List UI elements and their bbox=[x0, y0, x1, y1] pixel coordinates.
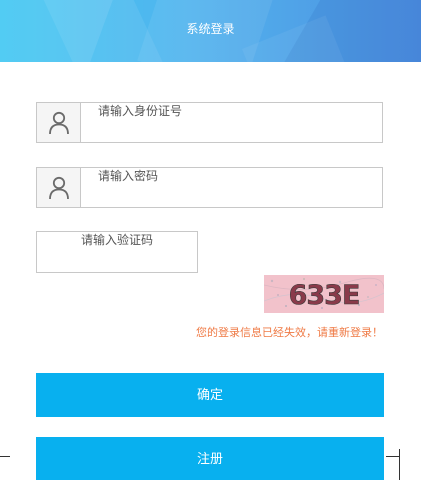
page-title: 系统登录 bbox=[186, 22, 235, 36]
divider-line bbox=[399, 449, 400, 480]
password-input[interactable] bbox=[82, 168, 382, 207]
header-banner: 系统登录 bbox=[0, 0, 421, 62]
id-number-input[interactable] bbox=[82, 103, 382, 142]
login-page: 系统登录 请输入身份证号 请输入密码 请输入验证码 633E 您的登录信息已经失… bbox=[0, 0, 421, 480]
register-button[interactable]: 注册 bbox=[36, 437, 384, 480]
divider-line bbox=[386, 456, 400, 457]
user-icon bbox=[37, 168, 81, 207]
password-field: 请输入密码 bbox=[36, 167, 383, 208]
divider-line bbox=[0, 456, 10, 457]
id-number-field: 请输入身份证号 bbox=[36, 102, 383, 143]
captcha-text: 633E bbox=[289, 280, 360, 311]
error-message: 您的登录信息已经失效，请重新登录！ bbox=[196, 326, 383, 339]
captcha-image[interactable]: 633E bbox=[264, 275, 384, 313]
confirm-button[interactable]: 确定 bbox=[36, 373, 384, 417]
captcha-input[interactable] bbox=[37, 232, 197, 272]
user-icon bbox=[37, 103, 81, 142]
captcha-field: 请输入验证码 bbox=[36, 231, 198, 273]
